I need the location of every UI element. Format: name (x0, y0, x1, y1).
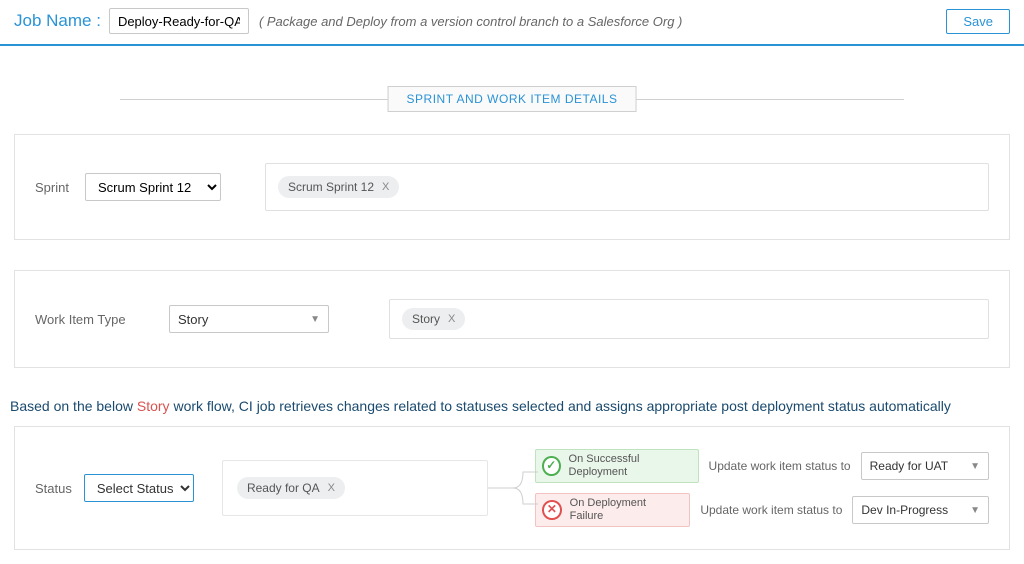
status-chip-label: Ready for QA (247, 481, 320, 495)
flow-connector (488, 460, 535, 516)
work-item-type-chip-label: Story (412, 312, 440, 326)
success-status-value: Ready for UAT (870, 459, 948, 473)
on-success-box: ✓ On Successful Deployment (535, 449, 698, 483)
status-select[interactable]: Select Status (84, 474, 194, 502)
work-item-type-label: Work Item Type (35, 312, 147, 327)
sprint-select[interactable]: Scrum Sprint 12 (85, 173, 221, 201)
outcome-success-row: ✓ On Successful Deployment Update work i… (535, 449, 989, 483)
failure-status-value: Dev In-Progress (861, 503, 948, 517)
status-label: Status (35, 481, 72, 496)
work-item-type-chip: Story X (402, 308, 465, 330)
chevron-down-icon: ▼ (970, 505, 980, 516)
on-success-label: On Successful Deployment (569, 453, 688, 478)
save-button[interactable]: Save (946, 9, 1010, 34)
section-divider: SPRINT AND WORK ITEM DETAILS (120, 86, 904, 112)
header-row: Job Name : ( Package and Deploy from a v… (0, 0, 1024, 46)
on-failure-label: On Deployment Failure (570, 497, 680, 522)
sprint-chip: Scrum Sprint 12 X (278, 176, 399, 198)
chevron-down-icon: ▼ (310, 314, 320, 325)
story-flow-note: Based on the below Story work flow, CI j… (10, 398, 1014, 414)
story-note-highlight: Story (137, 398, 170, 414)
job-name-input[interactable] (109, 8, 249, 34)
status-chip-container[interactable]: Ready for QA X (222, 460, 488, 516)
x-circle-icon: ✕ (542, 500, 562, 520)
check-circle-icon: ✓ (542, 456, 560, 476)
sprint-chip-label: Scrum Sprint 12 (288, 180, 374, 194)
close-icon[interactable]: X (448, 313, 455, 325)
job-name-label: Job Name : (14, 11, 101, 31)
story-note-prefix: Based on the below (10, 398, 137, 414)
work-item-type-chip-container[interactable]: Story X (389, 299, 989, 339)
success-update-label: Update work item status to (709, 459, 851, 473)
success-status-select[interactable]: Ready for UAT ▼ (861, 452, 989, 480)
work-item-type-select[interactable]: Story ▼ (169, 305, 329, 333)
on-failure-box: ✕ On Deployment Failure (535, 493, 690, 527)
status-chip: Ready for QA X (237, 477, 345, 499)
failure-update-label: Update work item status to (700, 503, 842, 517)
outcome-failure-row: ✕ On Deployment Failure Update work item… (535, 493, 989, 527)
work-item-type-panel: Work Item Type Story ▼ Story X (14, 270, 1010, 368)
status-panel: Status Select Status Ready for QA X ✓ On… (14, 426, 1010, 550)
outcome-column: ✓ On Successful Deployment Update work i… (535, 449, 989, 527)
section-title: SPRINT AND WORK ITEM DETAILS (388, 86, 637, 112)
sprint-panel: Sprint Scrum Sprint 12 Scrum Sprint 12 X (14, 134, 1010, 240)
sprint-label: Sprint (35, 180, 85, 195)
job-description: ( Package and Deploy from a version cont… (259, 14, 682, 29)
chevron-down-icon: ▼ (970, 461, 980, 472)
work-item-type-selected: Story (178, 312, 208, 327)
sprint-chip-container[interactable]: Scrum Sprint 12 X (265, 163, 989, 211)
close-icon[interactable]: X (382, 181, 389, 193)
close-icon[interactable]: X (328, 482, 335, 494)
story-note-suffix: work flow, CI job retrieves changes rela… (170, 398, 951, 414)
